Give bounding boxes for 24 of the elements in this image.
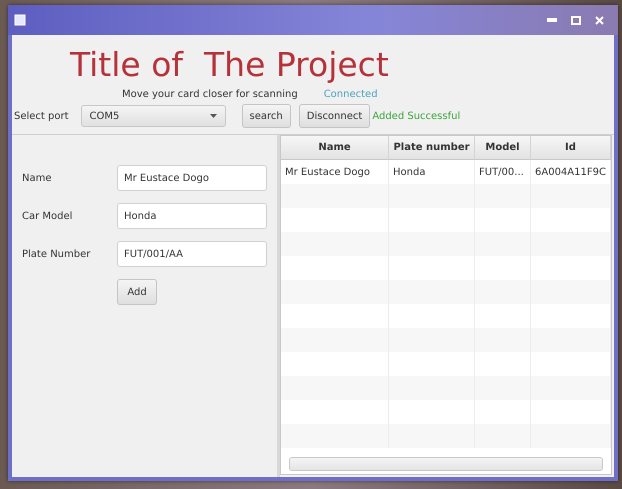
search-button[interactable]: search: [242, 104, 291, 128]
field-label: Car Model: [22, 210, 74, 222]
connection-status: Connected: [324, 89, 378, 100]
add-button[interactable]: Add: [117, 279, 157, 305]
input-field[interactable]: Honda: [117, 203, 267, 229]
input-field[interactable]: Mr Eustace Dogo: [117, 165, 267, 191]
horizontal-scrollbar[interactable]: [289, 457, 603, 471]
column-header[interactable]: Plate number: [389, 136, 475, 160]
column-header[interactable]: Name: [281, 136, 389, 160]
caret-icon: [210, 114, 217, 118]
column-header[interactable]: Model: [475, 136, 531, 160]
port-label: Select port: [14, 110, 69, 122]
maximize-icon[interactable]: [571, 16, 581, 24]
field-label: Plate Number: [22, 248, 92, 260]
scan-hint: Move your card closer for scanning: [122, 89, 298, 100]
input-field[interactable]: FUT/001/AA: [117, 241, 267, 267]
column-header[interactable]: Id: [531, 136, 611, 160]
port-dropdown[interactable]: COM5: [80, 105, 226, 127]
project-title: Title of The Project: [70, 44, 390, 86]
field-label: Name: [22, 172, 53, 184]
status-message: Added Successful: [372, 110, 460, 122]
disconnect-button[interactable]: Disconnect: [298, 104, 370, 128]
app-icon: [14, 14, 26, 26]
close-icon[interactable]: [595, 16, 604, 24]
